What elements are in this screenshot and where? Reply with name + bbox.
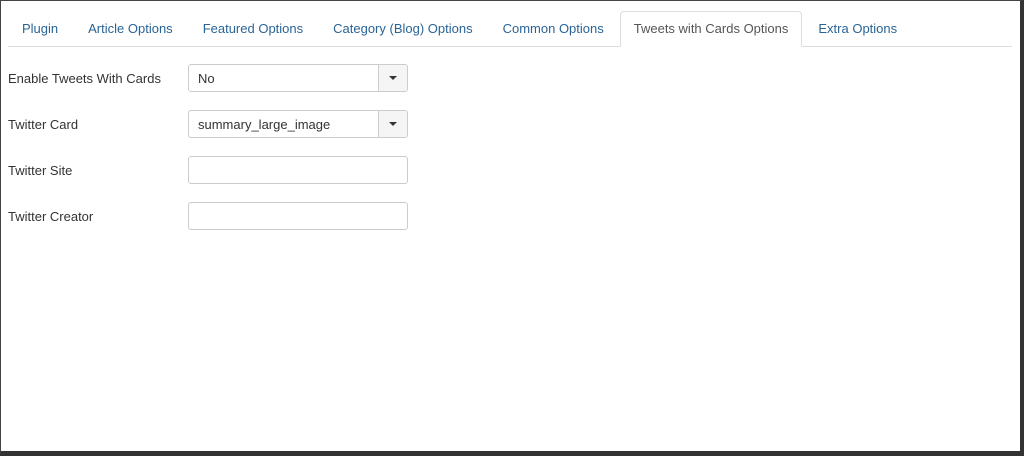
twitter-creator-label: Twitter Creator <box>8 208 94 224</box>
twitter-card-value: summary_large_image <box>198 116 331 132</box>
twitter-creator-input[interactable] <box>188 202 408 230</box>
chevron-down-icon <box>389 122 397 126</box>
twitter-site-label: Twitter Site <box>8 162 73 178</box>
enable-tweets-dropdown-toggle[interactable] <box>378 65 407 91</box>
twitter-site-input[interactable] <box>188 156 408 184</box>
twitter-card-select[interactable]: summary_large_image <box>188 110 408 138</box>
twitter-card-label: Twitter Card <box>8 116 79 132</box>
twitter-card-dropdown-toggle[interactable] <box>378 111 407 137</box>
tab-category-blog-options[interactable]: Category (Blog) Options <box>319 11 486 46</box>
enable-tweets-value: No <box>198 70 215 86</box>
enable-tweets-label: Enable Tweets With Cards <box>8 70 161 86</box>
chevron-down-icon <box>389 76 397 80</box>
twitter-creator-row: Twitter Creator <box>8 202 408 230</box>
tab-extra-options[interactable]: Extra Options <box>804 11 911 46</box>
tab-article-options[interactable]: Article Options <box>74 11 187 46</box>
twitter-site-row: Twitter Site <box>8 156 408 184</box>
tweets-cards-form: Enable Tweets With Cards No Twitter Card… <box>8 64 408 248</box>
tab-featured-options[interactable]: Featured Options <box>189 11 317 46</box>
options-tab-bar: Plugin Article Options Featured Options … <box>8 10 1012 47</box>
tab-tweets-with-cards-options[interactable]: Tweets with Cards Options <box>619 11 803 47</box>
options-panel: Plugin Article Options Featured Options … <box>0 0 1024 456</box>
enable-tweets-row: Enable Tweets With Cards No <box>8 64 408 92</box>
enable-tweets-select[interactable]: No <box>188 64 408 92</box>
twitter-card-row: Twitter Card summary_large_image <box>8 110 408 138</box>
tab-common-options[interactable]: Common Options <box>489 11 618 46</box>
tab-plugin[interactable]: Plugin <box>8 11 72 46</box>
